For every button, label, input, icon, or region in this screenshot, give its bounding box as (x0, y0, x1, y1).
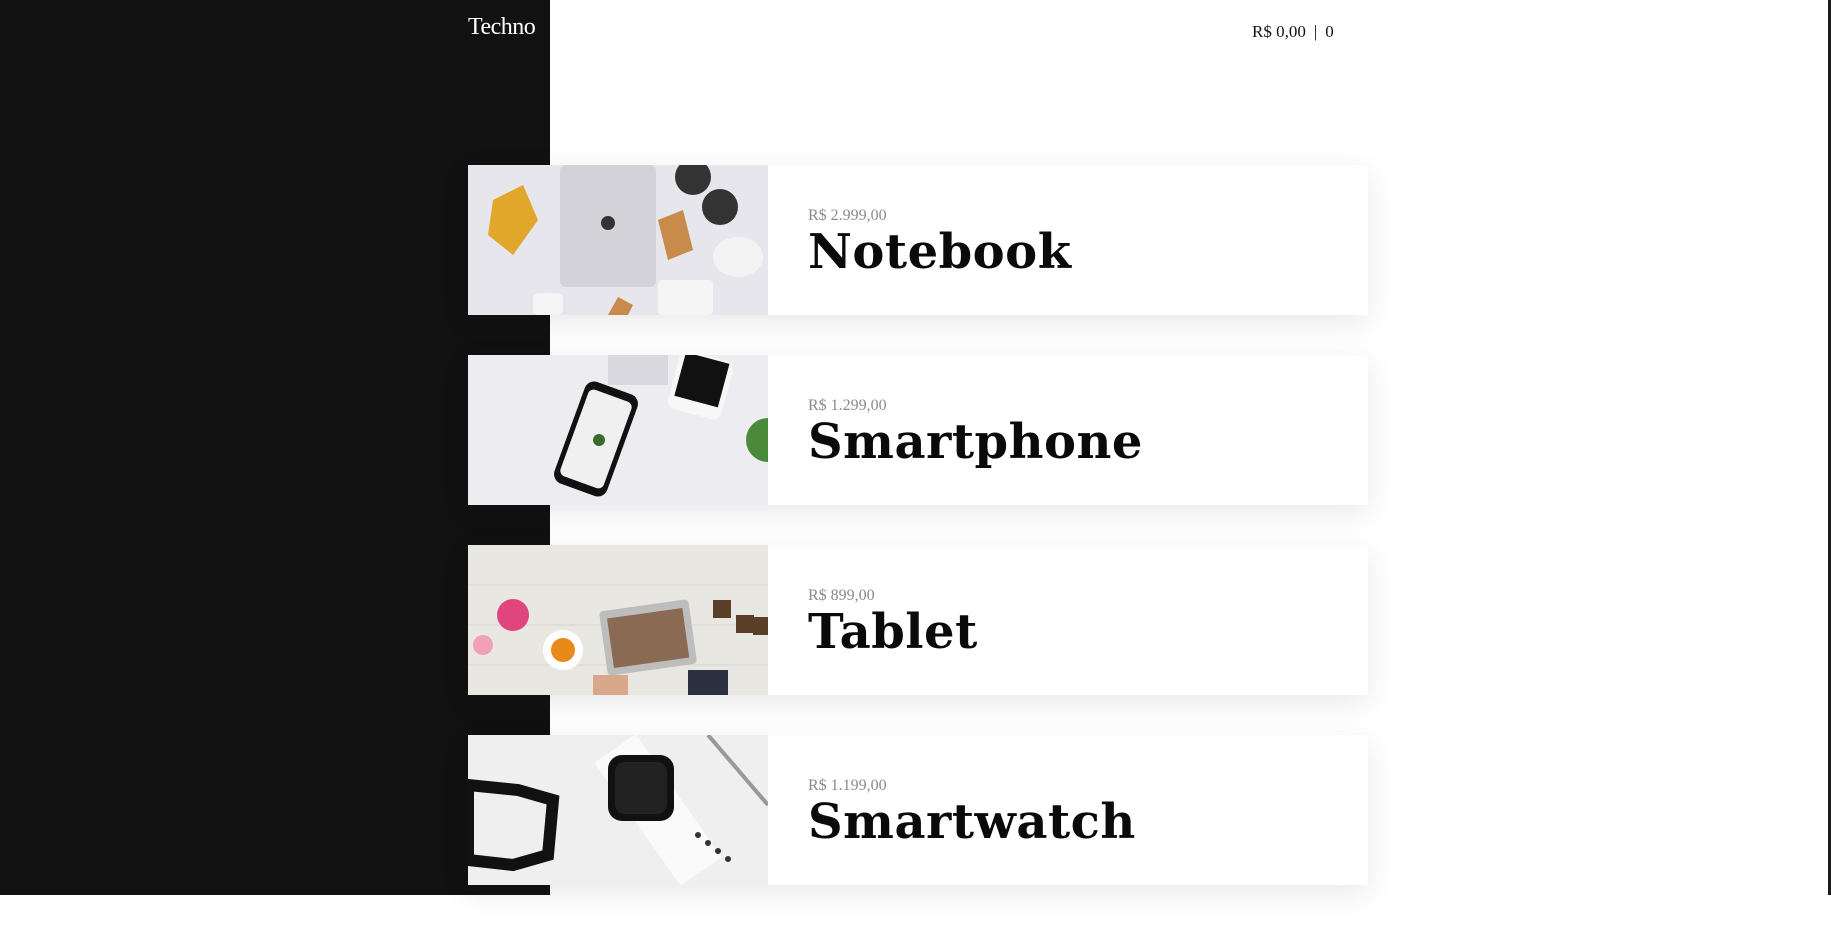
product-name[interactable]: Smartwatch (808, 795, 1136, 849)
product-name[interactable]: Tablet (808, 605, 978, 659)
product-image-smartwatch[interactable] (468, 735, 768, 885)
cart-summary[interactable]: R$ 0,00 | 0 (1252, 22, 1334, 42)
cart-count: 0 (1325, 22, 1334, 41)
product-card-notebook[interactable]: R$ 2.999,00 Notebook (468, 165, 1368, 315)
product-price: R$ 1.299,00 (808, 397, 887, 414)
cart-total: R$ 0,00 (1252, 22, 1306, 41)
product-list: R$ 2.999,00 Notebook R$ 1.299,00 Smartph… (468, 165, 1368, 925)
product-info: R$ 2.999,00 Notebook (768, 165, 1071, 315)
product-card-tablet[interactable]: R$ 899,00 Tablet (468, 545, 1368, 695)
product-info: R$ 1.299,00 Smartphone (768, 355, 1143, 505)
product-image-smartphone[interactable] (468, 355, 768, 505)
product-card-smartwatch[interactable]: R$ 1.199,00 Smartwatch (468, 735, 1368, 885)
product-image-tablet[interactable] (468, 545, 768, 695)
site-logo[interactable]: Techno (468, 14, 536, 41)
product-name[interactable]: Notebook (808, 225, 1071, 279)
product-info: R$ 1.199,00 Smartwatch (768, 735, 1136, 885)
cart-separator: | (1313, 22, 1318, 41)
product-name[interactable]: Smartphone (808, 415, 1143, 469)
product-image-notebook[interactable] (468, 165, 768, 315)
product-price: R$ 899,00 (808, 587, 875, 604)
product-price: R$ 2.999,00 (808, 207, 887, 224)
product-price: R$ 1.199,00 (808, 777, 887, 794)
product-card-smartphone[interactable]: R$ 1.299,00 Smartphone (468, 355, 1368, 505)
product-info: R$ 899,00 Tablet (768, 545, 978, 695)
